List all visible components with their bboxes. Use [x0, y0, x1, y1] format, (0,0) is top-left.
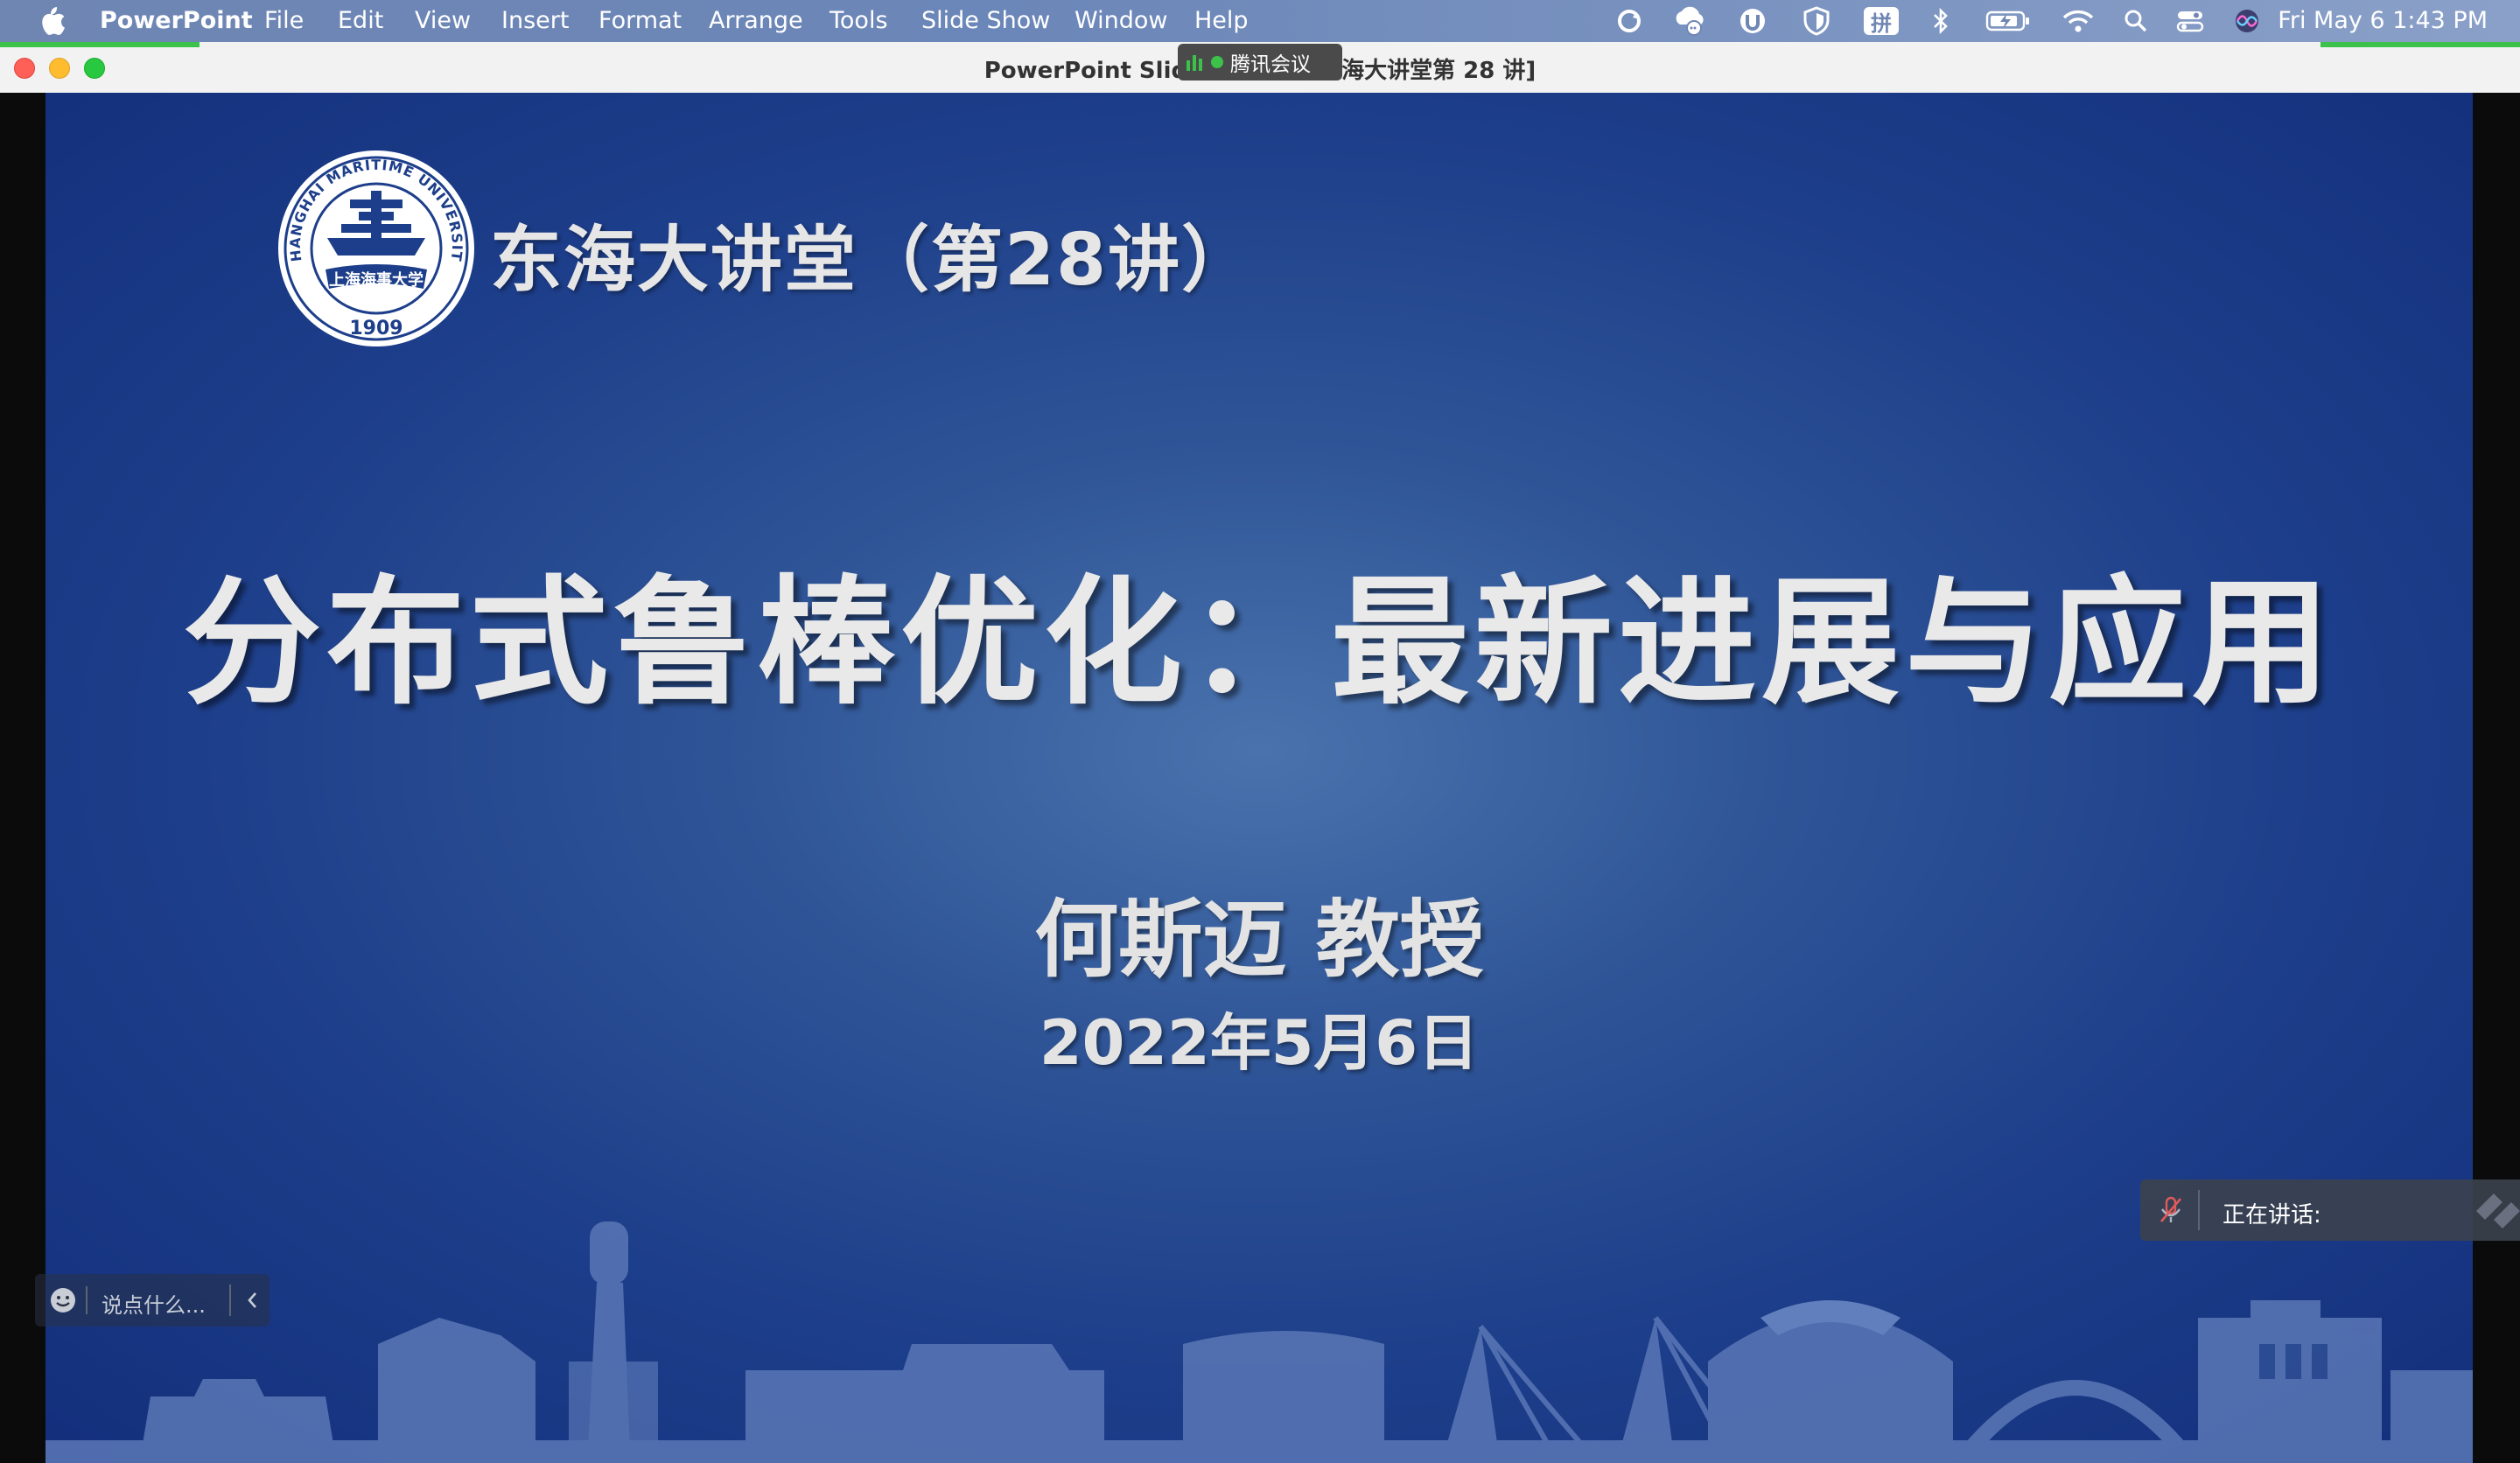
menu-help[interactable]: Help — [1194, 7, 1249, 34]
menu-format[interactable]: Format — [598, 7, 682, 34]
bluetooth-icon[interactable] — [1930, 5, 1951, 37]
siri-icon[interactable] — [2233, 5, 2261, 37]
window-title-left: PowerPoint Slid — [984, 58, 1188, 84]
menu-file[interactable]: File — [264, 7, 304, 34]
menu-view[interactable]: View — [415, 7, 471, 34]
cloud-chat-icon[interactable] — [1671, 5, 1710, 37]
input-method-label: 拼 — [1871, 10, 1892, 36]
muted-mic-icon — [2160, 1196, 2181, 1222]
sync-icon[interactable] — [1614, 5, 1645, 37]
speaking-indicator: 正在讲话: — [2140, 1180, 2520, 1241]
menu-slide-show[interactable]: Slide Show — [921, 7, 1050, 34]
menubar-clock[interactable]: Fri May 6 1:43 PM — [2278, 7, 2488, 34]
emoji-icon[interactable] — [49, 1286, 77, 1314]
meeting-share-indicator-right — [2320, 42, 2520, 47]
slide-canvas: SHANGHAI MARITIME UNIVERSITY 1909 上海海事大学… — [46, 93, 2473, 1463]
control-center-icon[interactable] — [2175, 5, 2205, 37]
audio-level-icon — [1186, 55, 1202, 71]
meeting-chat-input[interactable]: 说点什么... — [35, 1274, 270, 1326]
app-name-menu[interactable]: PowerPoint — [100, 7, 253, 34]
wifi-icon[interactable] — [2062, 5, 2095, 37]
logo-inner-text: 上海海事大学 — [329, 270, 424, 290]
chat-placeholder: 说点什么... — [102, 1293, 206, 1318]
lecture-date: 2022年5月6日 — [1039, 1007, 1480, 1079]
collapse-chat-chevron-icon[interactable] — [238, 1283, 266, 1318]
apple-icon[interactable] — [37, 5, 66, 37]
slide-main-title: 分布式鲁棒优化：最新进展与应用 — [183, 563, 2335, 724]
meeting-app-label: 腾讯会议 — [1230, 53, 1311, 76]
menu-arrange[interactable]: Arrange — [709, 7, 803, 34]
timer-icon[interactable] — [1736, 5, 1769, 37]
series-title: 东海大讲堂（第28讲） — [490, 219, 1256, 302]
meeting-app-pill[interactable]: 腾讯会议 — [1178, 44, 1342, 80]
battery-icon[interactable] — [1984, 5, 2032, 37]
presenter-name: 何斯迈 教授 — [1034, 891, 1484, 989]
campus-skyline-illustration — [46, 1222, 2473, 1463]
menu-edit[interactable]: Edit — [338, 7, 383, 34]
drag-handle-icon[interactable] — [2468, 1185, 2520, 1237]
menu-tools[interactable]: Tools — [830, 7, 888, 34]
search-icon[interactable] — [2123, 5, 2149, 37]
slide-right-letterbox — [2473, 93, 2520, 1463]
pinyin-input-icon[interactable]: 拼 — [1864, 7, 1899, 36]
menu-insert[interactable]: Insert — [501, 7, 569, 34]
recording-dot-icon — [1211, 56, 1223, 68]
university-logo: SHANGHAI MARITIME UNIVERSITY 1909 上海海事大学 — [275, 147, 474, 346]
logo-year: 1909 — [349, 318, 402, 340]
slide-left-letterbox — [0, 93, 46, 1463]
speaking-label: 正在讲话: — [2222, 1202, 2321, 1228]
window-title-right: 海大讲堂第 28 讲] — [1341, 58, 1536, 84]
menu-bar: PowerPoint File Edit View Insert Format … — [0, 0, 2520, 42]
shield-icon[interactable] — [1801, 5, 1832, 37]
menu-window[interactable]: Window — [1074, 7, 1167, 34]
meeting-share-indicator-left — [0, 42, 200, 47]
